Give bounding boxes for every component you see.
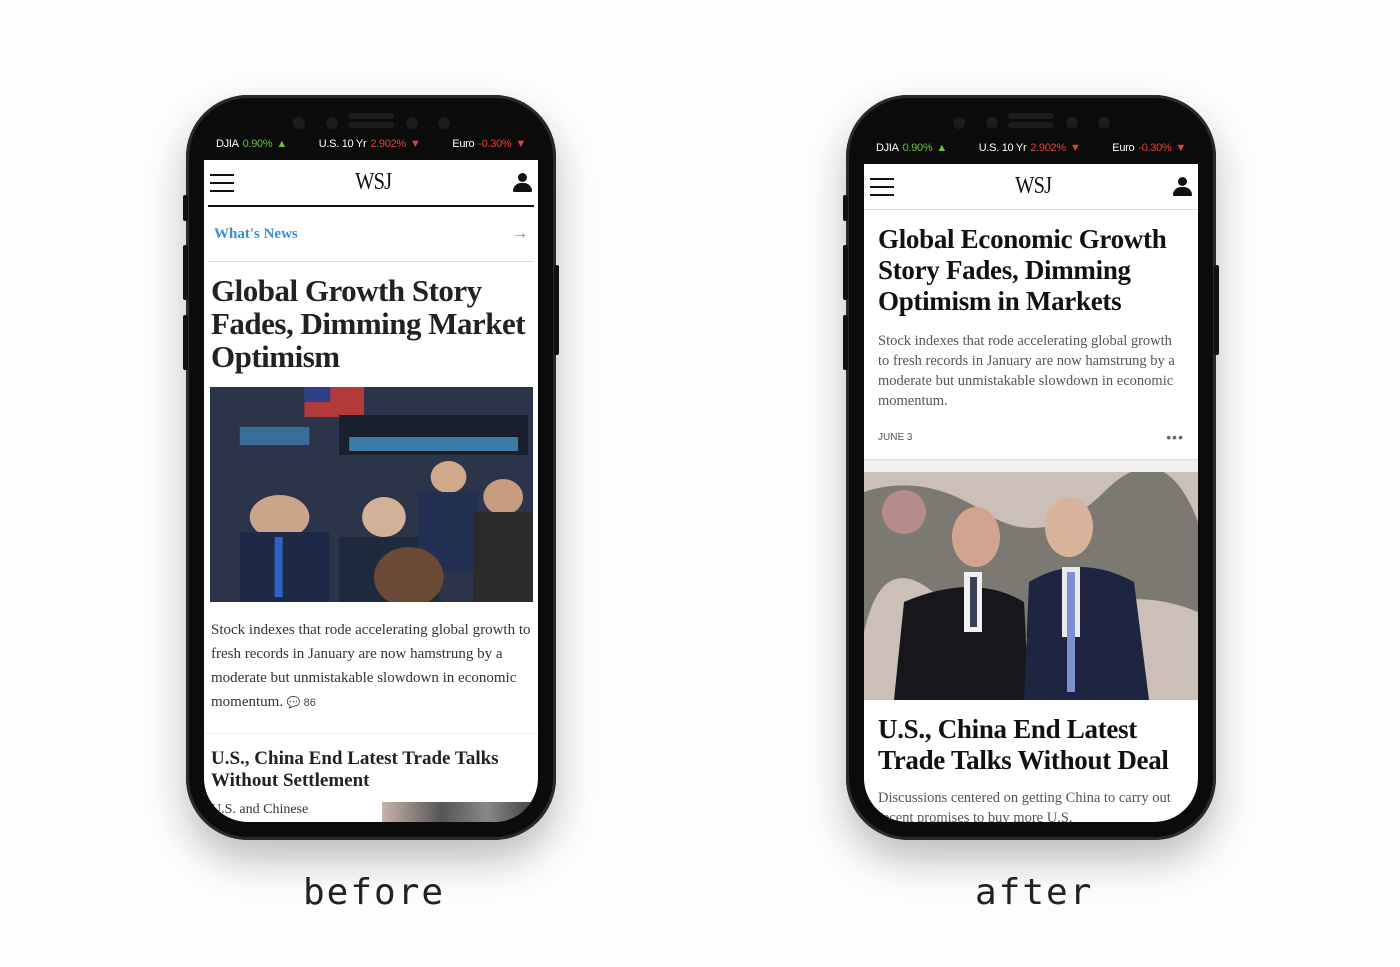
market-ticker[interactable]: DJIA 0.90% ▲ U.S. 10 Yr 2.902% ▼ Euro -0…: [876, 139, 1186, 157]
sensor-icon: [293, 117, 305, 129]
sensor-icon: [438, 117, 450, 129]
ticker-euro[interactable]: Euro -0.30% ▼: [452, 138, 526, 150]
ticker-label: DJIA: [216, 138, 239, 150]
whats-news-link[interactable]: What's News →: [208, 207, 534, 262]
screen-before: WSJ What's News → Global Growth Story Fa…: [204, 160, 538, 822]
article-date: JUNE 3: [878, 431, 913, 443]
volume-up-button: [843, 245, 848, 300]
ticker-value: 2.902%: [370, 138, 406, 150]
second-story-image[interactable]: [864, 472, 1198, 700]
top-nav: WSJ: [204, 160, 538, 205]
ticker-djia[interactable]: DJIA 0.90% ▲: [216, 138, 287, 150]
ticker-label: Euro: [452, 138, 475, 150]
ticker-10yr[interactable]: U.S. 10 Yr 2.902% ▼: [979, 142, 1081, 154]
lead-summary: Stock indexes that rode accelerating glo…: [878, 333, 1175, 409]
second-headline[interactable]: U.S., China End Latest Trade Talks Witho…: [864, 700, 1198, 776]
sensor-icon: [1066, 117, 1078, 129]
ticker-euro[interactable]: Euro -0.30% ▼: [1112, 142, 1186, 154]
trade-talks-photo: [864, 472, 1198, 700]
sensor-icon: [1098, 117, 1110, 129]
down-arrow-icon: ▼: [1175, 142, 1186, 154]
camera-icon: [986, 117, 998, 129]
comment-count-value: 86: [303, 697, 316, 709]
user-account-icon[interactable]: [1172, 176, 1192, 197]
speaker-grille: [1008, 122, 1054, 128]
user-account-icon[interactable]: [512, 172, 532, 193]
ticker-djia[interactable]: DJIA 0.90% ▲: [876, 142, 947, 154]
screen-after: WSJ Global Economic Growth Story Fades, …: [864, 164, 1198, 822]
top-nav: WSJ: [864, 164, 1198, 209]
arrow-right-icon: →: [512, 225, 528, 242]
hamburger-menu-icon[interactable]: [870, 177, 894, 196]
teaser-text: U.S. and Chinese: [211, 802, 309, 817]
second-headline[interactable]: U.S., China End Latest Trade Talks Witho…: [204, 733, 538, 792]
volume-down-button: [183, 315, 188, 370]
lead-headline[interactable]: Global Economic Growth Story Fades, Dimm…: [864, 210, 1198, 317]
section-label: What's News: [214, 225, 298, 242]
speaker-grille: [348, 113, 394, 119]
camera-icon: [326, 117, 338, 129]
up-arrow-icon: ▲: [936, 142, 947, 154]
mute-switch: [843, 195, 848, 221]
nyse-floor-photo: [210, 387, 533, 602]
second-teaser: U.S. and Chinese: [204, 792, 538, 822]
ticker-value: 0.90%: [242, 138, 273, 150]
power-button: [554, 265, 559, 355]
market-ticker[interactable]: DJIA 0.90% ▲ U.S. 10 Yr 2.902% ▼ Euro -0…: [216, 135, 526, 153]
second-thumbnail[interactable]: [382, 802, 532, 822]
sensor-icon: [953, 117, 965, 129]
lead-summary: Stock indexes that rode accelerating glo…: [204, 602, 538, 715]
ticker-label: U.S. 10 Yr: [978, 142, 1027, 154]
up-arrow-icon: ▲: [276, 138, 287, 150]
volume-down-button: [843, 315, 848, 370]
volume-up-button: [183, 245, 188, 300]
comment-count[interactable]: 💬 86: [287, 697, 316, 709]
mute-switch: [183, 195, 188, 221]
comment-bubble-icon: 💬: [286, 697, 301, 709]
speaker-grille: [348, 122, 394, 128]
caption-after: after: [975, 872, 1094, 913]
card-separator: [864, 459, 1198, 472]
ticker-label: Euro: [1112, 142, 1135, 154]
power-button: [1214, 265, 1219, 355]
ticker-value: -0.30%: [1138, 142, 1172, 154]
ticker-10yr[interactable]: U.S. 10 Yr 2.902% ▼: [319, 138, 421, 150]
lead-image[interactable]: [210, 387, 533, 602]
ticker-label: U.S. 10 Yr: [318, 138, 367, 150]
more-options-icon[interactable]: •••: [1166, 429, 1184, 445]
ticker-label: DJIA: [876, 142, 899, 154]
ticker-value: -0.30%: [478, 138, 512, 150]
wsj-logo[interactable]: WSJ: [1015, 173, 1052, 200]
down-arrow-icon: ▼: [409, 138, 421, 150]
phone-after: DJIA 0.90% ▲ U.S. 10 Yr 2.902% ▼ Euro -0…: [843, 95, 1219, 840]
down-arrow-icon: ▼: [1069, 142, 1081, 154]
ticker-value: 0.90%: [902, 142, 933, 154]
phone-before: DJIA 0.90% ▲ U.S. 10 Yr 2.902% ▼ Euro -0…: [183, 95, 559, 840]
second-summary: Discussions centered on getting China to…: [878, 790, 1171, 822]
sensor-icon: [406, 117, 418, 129]
summary-text: Stock indexes that rode accelerating glo…: [211, 622, 531, 710]
ticker-value: 2.902%: [1030, 142, 1066, 154]
article-meta: JUNE 3 •••: [864, 411, 1198, 445]
lead-headline[interactable]: Global Growth Story Fades, Dimming Marke…: [204, 262, 538, 373]
hamburger-menu-icon[interactable]: [210, 173, 234, 192]
caption-before: before: [303, 872, 446, 913]
wsj-logo[interactable]: WSJ: [355, 169, 392, 196]
speaker-grille: [1008, 113, 1054, 119]
down-arrow-icon: ▼: [515, 138, 526, 150]
